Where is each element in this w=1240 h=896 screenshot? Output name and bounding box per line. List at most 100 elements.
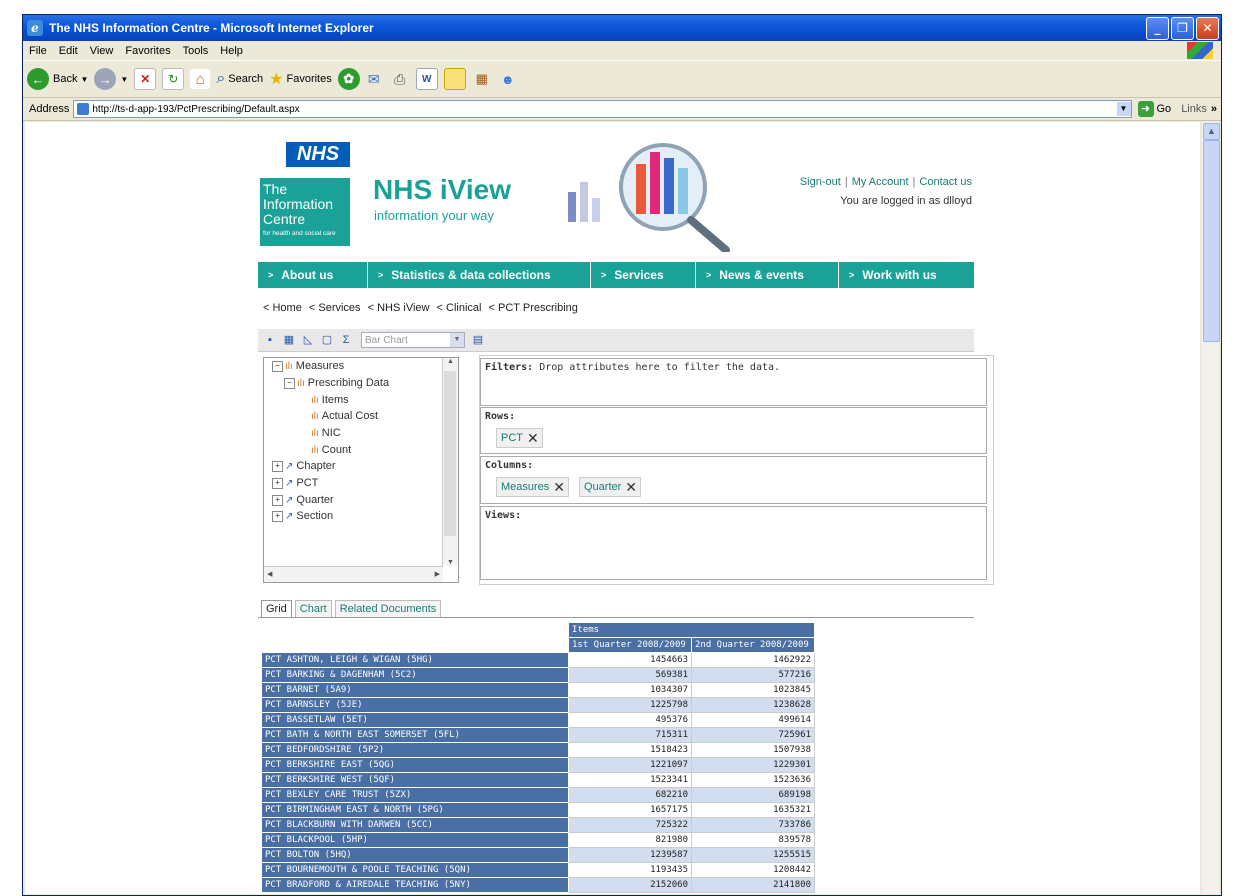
go-button[interactable]: ➜ Go (1137, 101, 1171, 117)
sum-icon[interactable]: Σ (339, 333, 353, 347)
row-header-pct[interactable]: PCT ASHTON, LEIGH & WIGAN (5HG) (261, 652, 569, 668)
tree-node-quarter[interactable]: + ↗ Quarter (272, 494, 334, 506)
expand-icon[interactable]: + (272, 494, 283, 506)
breadcrumb-clinical[interactable]: < Clinical (437, 302, 482, 314)
print-icon[interactable]: ⎙ (390, 69, 410, 89)
signout-link[interactable]: Sign-out (800, 176, 841, 188)
rows-drop-zone[interactable]: Rows: PCT ✕ (480, 407, 987, 454)
links-chevron-icon[interactable]: » (1211, 103, 1217, 115)
columns-chip-quarter[interactable]: Quarter ✕ (579, 477, 642, 497)
page-scrollbar[interactable]: ▲ (1202, 122, 1220, 894)
quarter-2-header[interactable]: 2nd Quarter 2008/2009 (691, 637, 815, 653)
contact-us-link[interactable]: Contact us (919, 176, 972, 188)
menu-file[interactable]: File (29, 45, 47, 57)
minimize-button[interactable]: _ (1146, 16, 1169, 40)
nav-services[interactable]: > Services (591, 262, 696, 288)
restore-button[interactable]: ❐ (1171, 16, 1194, 40)
grid-view-icon[interactable]: ▦ (282, 333, 296, 347)
filters-drop-zone[interactable]: Filters: Drop attributes here to filter … (480, 358, 987, 406)
search-button[interactable]: ⌕ Search (216, 70, 263, 88)
menu-favorites[interactable]: Favorites (125, 45, 170, 57)
scroll-left-icon[interactable]: ◀ (267, 571, 272, 578)
scroll-right-icon[interactable]: ▶ (435, 570, 440, 578)
columns-drop-zone[interactable]: Columns: Measures ✕ Quarter ✕ (480, 456, 987, 504)
expand-icon[interactable]: + (272, 460, 283, 472)
export-icon[interactable]: ▤ (471, 333, 485, 347)
row-header-pct[interactable]: PCT BRADFORD & AIREDALE TEACHING (5NY) (261, 877, 569, 893)
tab-chart[interactable]: Chart (294, 600, 332, 617)
page-scroll-thumb[interactable] (1203, 140, 1220, 342)
nav-about-us[interactable]: > About us (258, 262, 368, 288)
remove-chip-icon[interactable]: ✕ (527, 430, 542, 447)
row-header-pct[interactable]: PCT BARKING & DAGENHAM (5C2) (261, 667, 569, 683)
chart-view-icon[interactable]: ◺ (301, 333, 315, 347)
menu-help[interactable]: Help (220, 45, 243, 57)
rows-chip-pct[interactable]: PCT ✕ (496, 428, 543, 448)
row-header-pct[interactable]: PCT BASSETLAW (5ET) (261, 712, 569, 728)
refresh-icon[interactable]: ↻ (162, 68, 185, 90)
columns-chip-measures[interactable]: Measures ✕ (496, 477, 570, 497)
menu-tools[interactable]: Tools (183, 45, 209, 57)
chart-type-select[interactable]: Bar Chart ▼ (361, 332, 465, 348)
nav-news-events[interactable]: > News & events (696, 262, 839, 288)
row-header-pct[interactable]: PCT BATH & NORTH EAST SOMERSET (5FL) (261, 727, 569, 743)
tree-node-actual-cost[interactable]: ılı Actual Cost (311, 410, 378, 422)
media-icon[interactable]: ✿ (337, 68, 360, 90)
my-account-link[interactable]: My Account (852, 176, 909, 188)
mail-icon[interactable]: ✉ (364, 69, 384, 89)
close-button[interactable]: ✕ (1196, 16, 1219, 40)
favorites-button[interactable]: ★ Favorites (269, 69, 332, 89)
home-icon[interactable]: ⌂ (190, 69, 211, 89)
tree-node-prescribing-data[interactable]: − ılı Prescribing Data (284, 377, 389, 389)
row-header-pct[interactable]: PCT BEDFORDSHIRE (5P2) (261, 742, 569, 758)
tree-node-items[interactable]: ılı Items (311, 394, 349, 406)
address-dropdown-icon[interactable]: ▼ (1116, 102, 1131, 116)
nav-statistics[interactable]: > Statistics & data collections (368, 262, 591, 288)
tree-node-section[interactable]: + ↗ Section (272, 510, 333, 522)
row-header-pct[interactable]: PCT BOLTON (5HQ) (261, 847, 569, 863)
tree-horizontal-scrollbar[interactable]: ◀ ▶ (264, 566, 443, 582)
word-edit-icon[interactable]: W (415, 68, 438, 90)
remove-chip-icon[interactable]: ✕ (553, 479, 568, 496)
tree-node-measures[interactable]: − ılı Measures (272, 360, 344, 372)
row-header-pct[interactable]: PCT BARNET (5A9) (261, 682, 569, 698)
expand-icon[interactable]: + (272, 510, 283, 522)
measure-header[interactable]: Items (568, 622, 815, 638)
forward-dropdown-icon[interactable]: ▼ (120, 75, 128, 84)
menu-edit[interactable]: Edit (59, 45, 78, 57)
notes-icon[interactable] (443, 68, 466, 90)
links-label[interactable]: Links (1181, 103, 1207, 115)
forward-button[interactable]: → ▼ (94, 68, 128, 90)
row-header-pct[interactable]: PCT BEXLEY CARE TRUST (5ZX) (261, 787, 569, 803)
row-header-pct[interactable]: PCT BERKSHIRE WEST (5QF) (261, 772, 569, 788)
collapse-icon[interactable]: − (284, 377, 295, 389)
layout-icon[interactable]: ▢ (320, 333, 334, 347)
back-button[interactable]: ← Back ▼ (27, 68, 88, 90)
scroll-up-icon[interactable]: ▲ (443, 358, 458, 365)
tree-node-count[interactable]: ılı Count (311, 444, 351, 456)
save-icon[interactable]: ▪ (263, 333, 277, 347)
nav-work-with-us[interactable]: > Work with us (839, 262, 973, 288)
breadcrumb-nhs-iview[interactable]: < NHS iView (368, 302, 430, 314)
expand-icon[interactable]: + (272, 477, 283, 489)
row-header-pct[interactable]: PCT BERKSHIRE EAST (5QG) (261, 757, 569, 773)
menu-view[interactable]: View (90, 45, 114, 57)
row-header-pct[interactable]: PCT BARNSLEY (5JE) (261, 697, 569, 713)
row-header-pct[interactable]: PCT BLACKPOOL (5HP) (261, 832, 569, 848)
quarter-1-header[interactable]: 1st Quarter 2008/2009 (568, 637, 692, 653)
row-header-pct[interactable]: PCT BLACKBURN WITH DARWEN (5CC) (261, 817, 569, 833)
stop-icon[interactable]: ✕ (134, 68, 157, 90)
back-dropdown-icon[interactable]: ▼ (80, 75, 88, 84)
collapse-icon[interactable]: − (272, 360, 283, 372)
research-icon[interactable]: ▦ (472, 69, 492, 89)
remove-chip-icon[interactable]: ✕ (625, 479, 640, 496)
tree-scroll-thumb[interactable] (444, 371, 456, 536)
scroll-down-icon[interactable]: ▼ (443, 559, 458, 566)
scroll-up-icon[interactable]: ▲ (1203, 123, 1220, 140)
address-input[interactable]: http://ts-d-app-193/PctPrescribing/Defau… (73, 100, 1132, 118)
views-drop-zone[interactable]: Views: (480, 506, 987, 580)
tab-grid[interactable]: Grid (261, 600, 292, 617)
tree-vertical-scrollbar[interactable]: ▲ ▼ (442, 358, 458, 566)
row-header-pct[interactable]: PCT BOURNEMOUTH & POOLE TEACHING (5QN) (261, 862, 569, 878)
tree-node-pct[interactable]: + ↗ PCT (272, 477, 318, 489)
